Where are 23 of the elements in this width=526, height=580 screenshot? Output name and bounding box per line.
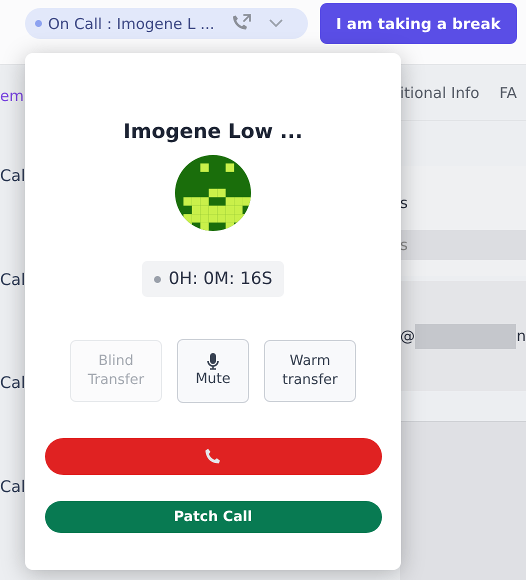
patch-call-button[interactable]: Patch Call: [44, 501, 382, 533]
tab[interactable]: FA: [499, 84, 517, 102]
detail-text: n: [516, 327, 526, 345]
tab[interactable]: itional Info: [400, 84, 480, 102]
call-action-button[interactable]: Warm transfer: [264, 340, 356, 402]
detail-text: s: [400, 236, 408, 254]
call-status-dropdown[interactable]: On Call : Imogene L ...: [25, 8, 308, 39]
call-timer: 0H: 0M: 16S: [142, 261, 284, 297]
chevron-down-icon: [268, 19, 283, 28]
row-label: Cal: [0, 373, 25, 394]
row-label: Cal: [0, 476, 25, 498]
detail-text: @: [400, 327, 415, 345]
call-action-button[interactable]: Mute: [177, 339, 249, 403]
break-button[interactable]: I am taking a break: [320, 3, 517, 44]
call-status-label: On Call : Imogene L ...: [48, 14, 215, 32]
caller-name: Imogene Low ...: [123, 119, 303, 143]
hang-up-button[interactable]: [44, 438, 382, 475]
row-label: Cal: [0, 270, 25, 291]
tab[interactable]: em: [0, 87, 25, 166]
microphone-icon: [207, 353, 219, 370]
status-dot: [35, 20, 42, 27]
detail-text: s: [400, 193, 409, 214]
row-label: Cal: [0, 166, 25, 188]
